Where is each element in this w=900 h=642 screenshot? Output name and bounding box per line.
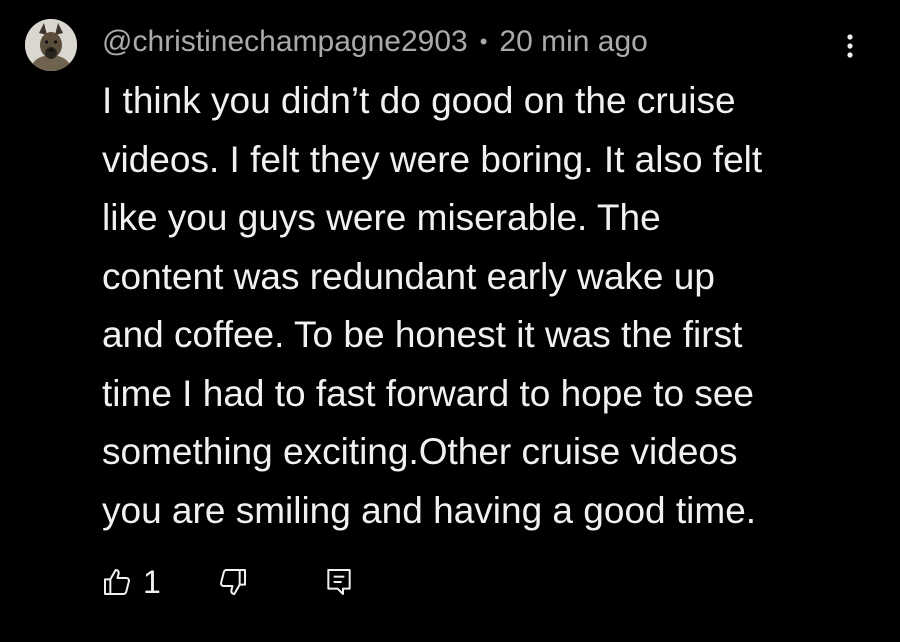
dog-avatar-icon xyxy=(25,19,77,71)
reply-button[interactable] xyxy=(323,562,355,602)
comment-text-line: I think you didn’t do good on the cruise xyxy=(102,80,736,121)
like-count: 1 xyxy=(143,563,161,600)
comment-header: @christinechampagne2903 • 20 min ago xyxy=(102,20,648,64)
comment-text-line: videos. I felt they were boring. It also… xyxy=(102,138,763,180)
comment-text-line: content was redundant early wake up xyxy=(102,255,715,297)
avatar[interactable] xyxy=(25,19,77,71)
more-vert-icon xyxy=(847,34,853,58)
thumb-up-icon xyxy=(104,569,130,595)
comment-card: @christinechampagne2903 • 20 min ago I t… xyxy=(0,0,900,642)
comment-actions: 1 xyxy=(101,562,401,602)
like-button[interactable]: 1 xyxy=(101,562,161,602)
comment-text-line: and coffee. To be honest it was the firs… xyxy=(102,314,743,355)
comment-text-line: like you guys were miserable. The xyxy=(102,197,661,238)
author-name[interactable]: @christinechampagne2903 xyxy=(102,25,468,59)
timestamp[interactable]: 20 min ago xyxy=(499,25,647,59)
comment-text: I think you didn’t do good on the cruise… xyxy=(102,72,872,540)
comment-text-line: you are smiling and having a good time. xyxy=(102,489,757,531)
reply-comment-icon xyxy=(327,569,351,595)
more-options-button[interactable] xyxy=(833,26,867,66)
thumb-down-icon xyxy=(220,569,246,595)
comment-text-line: something exciting.Other cruise videos xyxy=(102,431,738,472)
meta-separator: • xyxy=(479,29,488,54)
comment-text-line: time I had to fast forward to hope to se… xyxy=(102,372,754,414)
dislike-button[interactable] xyxy=(217,562,249,602)
